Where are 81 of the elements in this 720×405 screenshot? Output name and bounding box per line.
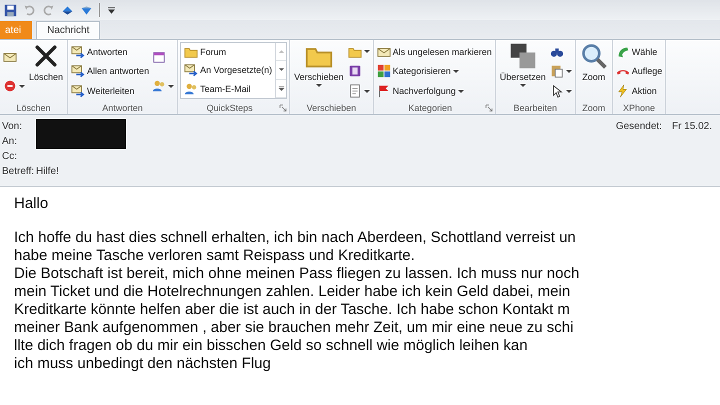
ribbon-button[interactable]: Wähle <box>614 44 664 60</box>
envelope-arrow-icon <box>71 64 86 78</box>
people-icon <box>184 82 198 96</box>
phone-icon <box>616 44 630 59</box>
up-arrow-icon <box>61 4 74 16</box>
body-text-line: Kreditkarte könnte helfen aber die ist auch in der Tasche. Ich habe schon Kontakt m <box>14 301 570 319</box>
envelope-arrow-icon <box>184 63 198 78</box>
ribbon-tab[interactable]: Nachricht <box>36 21 100 39</box>
caret-icon <box>566 90 572 93</box>
ribbon-button[interactable]: Weiterleiten <box>70 83 150 100</box>
ribbon-button[interactable]: Kategorisieren <box>376 63 493 80</box>
notebook-icon <box>348 64 362 78</box>
caret-icon <box>316 84 322 87</box>
field-label: Von: <box>2 121 24 132</box>
ribbon-button[interactable]: Als ungelesen markieren <box>376 44 493 60</box>
body-text-line: llte dich fragen ob du mir ein bisschen Geld so schnell wie möglich leihen kan <box>14 337 528 355</box>
folder-icon <box>184 45 198 60</box>
lightning-icon <box>616 84 630 98</box>
sent-label: Gesendet: <box>616 120 662 132</box>
no-entry-icon <box>3 79 17 94</box>
customize-caret-icon <box>106 4 117 16</box>
document-icon <box>348 84 362 98</box>
flag-icon <box>376 84 391 98</box>
subject-text: Hilfe! <box>36 166 60 177</box>
body-text-line: Die Botschaft ist bereit, mich ohne meinen Pass fliegen zu lassen. Ich muss nur noch <box>14 265 580 283</box>
redo-icon <box>42 4 55 16</box>
body-text-line: mein Ticket und die Hotelrechnungen zahlen. Leider habe ich kein Geld dabei, mein <box>14 283 570 301</box>
field-label: An: <box>2 136 18 147</box>
ribbon-button[interactable]: Übersetzen <box>498 42 548 101</box>
clipboard-icon <box>550 64 564 78</box>
caret-icon <box>364 50 370 54</box>
ribbon-button[interactable]: Antworten <box>70 44 150 60</box>
body-text-line: ich muss unbedingt den nächsten Flug <box>14 355 271 373</box>
people-icon <box>152 79 166 94</box>
calendar-icon <box>152 50 166 64</box>
dialog-launcher[interactable] <box>279 104 288 112</box>
caret-icon <box>19 84 25 88</box>
group-label: Verschieben <box>306 102 358 112</box>
group-label: Kategorien <box>407 102 453 112</box>
quickstep-item[interactable]: An Vorgesetzte(n) <box>183 62 274 78</box>
undo-icon <box>23 4 36 16</box>
ribbon-button[interactable]: Zoom <box>578 42 610 101</box>
ribbon-button[interactable]: Allen antworten <box>70 63 150 80</box>
ribbon-button[interactable]: Nachverfolgung <box>376 83 493 100</box>
caret-icon <box>364 90 370 93</box>
caret-icon <box>168 84 174 88</box>
greeting-text: Hallo <box>14 195 48 213</box>
caret-icon <box>520 84 526 87</box>
ribbon-button[interactable]: Aktion <box>614 83 664 100</box>
category-grid-icon <box>376 64 391 78</box>
body-text-line: Ich hoffe du hast dies schnell erhalten, ich bin nach Aberdeen, Schottland verreist un <box>14 229 576 247</box>
body-text-line: meiner Bank aufgenommen , aber sie brauchen mehr Zeit, um mir eine neue zu schi <box>14 319 574 337</box>
group-label: XPhone <box>622 102 656 112</box>
down-arrow-icon <box>80 4 93 16</box>
group-label: QuickSteps <box>206 102 254 112</box>
magnifier-icon <box>580 42 608 70</box>
group-label: Antworten <box>101 102 144 112</box>
launcher-icon <box>484 104 493 112</box>
caret-icon <box>458 90 464 93</box>
caret-icon <box>452 70 459 73</box>
body-text-line: habe meine Tasche verloren samt Reispass und Kreditkarte. <box>14 247 415 265</box>
caret-icon <box>566 70 572 73</box>
group-label: Bearbeiten <box>512 102 558 112</box>
dialog-launcher[interactable] <box>484 104 493 112</box>
quickstep-item[interactable]: Team-E-Mail <box>183 80 274 97</box>
field-label: Betreff: <box>2 166 36 177</box>
field-label: Cc: <box>2 151 18 162</box>
sent-date: Fr 15.02. <box>672 120 712 132</box>
ribbon-button[interactable]: Verschieben <box>292 42 346 101</box>
ribbon-button[interactable]: Auflege <box>614 63 664 80</box>
quickstep-item[interactable]: Forum <box>183 44 274 60</box>
caret-down-icon <box>278 66 285 74</box>
save-icon <box>4 4 17 16</box>
caret-up-icon <box>278 48 285 56</box>
ribbon-button[interactable]: Löschen <box>27 42 66 101</box>
envelope-arrow-icon <box>71 44 86 59</box>
envelope-arrow-icon <box>71 84 86 98</box>
launcher-icon <box>279 104 288 112</box>
group-label: Zoom <box>581 102 606 112</box>
more-icon <box>278 84 285 92</box>
group-label: Löschen <box>16 102 52 112</box>
